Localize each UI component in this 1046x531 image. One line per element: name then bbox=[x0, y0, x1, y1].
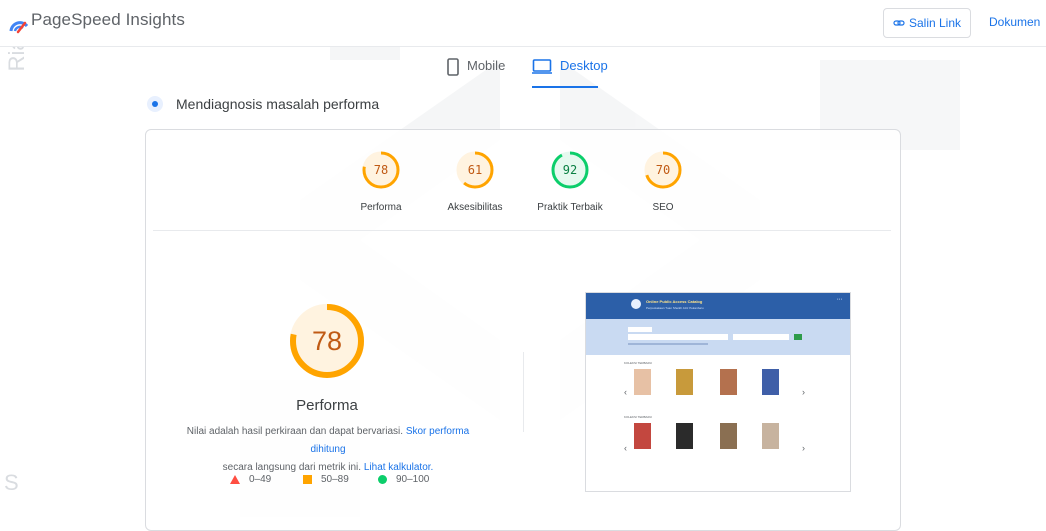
link-icon bbox=[893, 20, 905, 26]
copy-link-label: Salin Link bbox=[908, 16, 961, 30]
thumb-book bbox=[676, 369, 693, 395]
calculator-link[interactable]: Lihat kalkulator. bbox=[364, 462, 434, 473]
thumb-section-1: KOLEKSI TERBARU bbox=[624, 361, 652, 365]
circle-icon bbox=[378, 475, 387, 484]
note-text-2: secara langsung dari metrik ini. bbox=[222, 462, 364, 473]
thumb-book bbox=[720, 369, 737, 395]
thumb-book bbox=[720, 423, 737, 449]
monitor-icon bbox=[532, 59, 552, 74]
gauge-ring: 92 bbox=[550, 150, 590, 190]
thumb-search-area bbox=[586, 319, 850, 355]
thumb-section-2: KOLEKSI TERBARU bbox=[624, 415, 652, 419]
gauge-value: 78 bbox=[373, 163, 389, 177]
diagnosis-label: Mendiagnosis masalah performa bbox=[176, 96, 380, 112]
thumb-book bbox=[762, 423, 779, 449]
thumb-search-select bbox=[733, 334, 789, 340]
site-logo-icon bbox=[631, 299, 641, 309]
gauge-value: 70 bbox=[655, 163, 671, 177]
page-screenshot-thumbnail[interactable]: Online Public Access Catalog Perpustakaa… bbox=[585, 292, 851, 492]
thumb-nav-links: ▪ ▪ ▪ bbox=[837, 297, 842, 301]
legend-pass-range: 90–100 bbox=[396, 474, 430, 485]
thumb-book bbox=[634, 369, 651, 395]
tab-desktop[interactable]: Desktop bbox=[532, 58, 608, 88]
triangle-icon bbox=[230, 475, 240, 484]
main-score-label: Performa bbox=[296, 397, 358, 414]
thumb-site-title: Online Public Access Catalog bbox=[646, 299, 703, 304]
tab-desktop-label: Desktop bbox=[560, 58, 608, 73]
thumb-book bbox=[762, 369, 779, 395]
watermark-side-bottom: S bbox=[4, 470, 19, 495]
gauge-ring: 61 bbox=[455, 150, 495, 190]
thumb-search-input bbox=[628, 334, 728, 340]
gauge-value: 61 bbox=[467, 163, 483, 177]
thumb-site-header: Online Public Access Catalog Perpustakaa… bbox=[586, 293, 850, 319]
thumb-tab bbox=[628, 327, 652, 332]
tab-mobile-label: Mobile bbox=[467, 58, 506, 73]
gauge-seo[interactable]: 70 SEO bbox=[608, 150, 718, 213]
thumb-next-arrow-icon: › bbox=[802, 387, 805, 397]
main-score-value: 78 bbox=[311, 325, 343, 356]
square-icon bbox=[303, 475, 312, 484]
score-note: Nilai adalah hasil perkiraan dan dapat b… bbox=[168, 423, 488, 477]
copy-link-button[interactable]: Salin Link bbox=[882, 8, 971, 38]
thumb-next-arrow-icon-2: › bbox=[802, 443, 805, 453]
thumb-search-button bbox=[794, 334, 802, 340]
thumb-prev-arrow-icon-2: ‹ bbox=[624, 443, 627, 453]
thumb-book bbox=[676, 423, 693, 449]
thumb-site-subtitle: Perpustakaan Tuan Sheikh Aziz Pekanbaru bbox=[646, 306, 704, 310]
gauge-aksesibilitas[interactable]: 61 Aksesibilitas bbox=[420, 150, 530, 213]
smartphone-icon bbox=[447, 58, 459, 76]
vertical-divider bbox=[523, 352, 524, 432]
legend-pass: 90–100 bbox=[378, 474, 429, 485]
thumb-hint bbox=[628, 343, 708, 345]
docs-link[interactable]: Dokumen bbox=[989, 8, 1040, 36]
gauge-ring: 78 bbox=[361, 150, 401, 190]
section-divider bbox=[153, 230, 891, 231]
tab-mobile[interactable]: Mobile bbox=[447, 58, 505, 88]
gauge-label: SEO bbox=[652, 202, 674, 213]
diagnosis-status: Mendiagnosis masalah performa bbox=[146, 95, 379, 113]
gauge-label: Aksesibilitas bbox=[447, 202, 503, 213]
gauge-ring: 70 bbox=[643, 150, 683, 190]
legend-fail-range: 0–49 bbox=[249, 474, 272, 485]
note-text-1: Nilai adalah hasil perkiraan dan dapat b… bbox=[186, 426, 406, 437]
legend-average-range: 50–89 bbox=[321, 474, 349, 485]
app-header: PageSpeed Insights Salin Link Dokumen bbox=[0, 0, 1046, 47]
thumb-book bbox=[634, 423, 651, 449]
gauge-value: 92 bbox=[562, 163, 578, 177]
thumb-prev-arrow-icon: ‹ bbox=[624, 387, 627, 397]
pagespeed-logo-icon bbox=[9, 21, 29, 34]
app-title: PageSpeed Insights bbox=[31, 10, 185, 29]
legend-fail: 0–49 bbox=[230, 474, 271, 485]
legend-average: 50–89 bbox=[303, 474, 349, 485]
loading-spinner-icon bbox=[147, 96, 163, 112]
tab-active-indicator bbox=[532, 86, 598, 88]
